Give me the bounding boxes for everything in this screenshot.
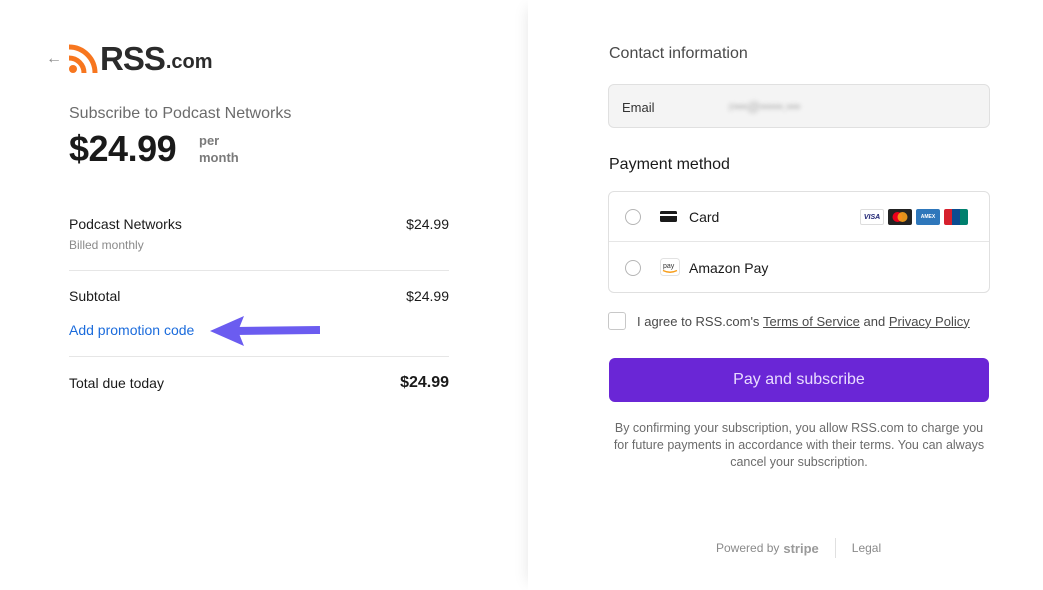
footer: Powered by stripe Legal bbox=[716, 538, 881, 558]
price-period-line2: month bbox=[199, 150, 239, 165]
terms-agreement: I agree to RSS.com's Terms of Service an… bbox=[608, 312, 970, 330]
terms-of-service-link[interactable]: Terms of Service bbox=[763, 314, 860, 329]
payment-method-options: Card VISA AMEX pay Amazon Pay bbox=[608, 191, 990, 293]
line-item-name: Podcast Networks bbox=[69, 216, 182, 232]
total-label: Total due today bbox=[69, 375, 164, 391]
amazon-pay-icon: pay bbox=[660, 258, 680, 276]
agreement-and: and bbox=[863, 313, 886, 329]
email-field[interactable]: Email r•••@•••••.••• bbox=[608, 84, 990, 128]
line-item: Podcast Networks $24.99 bbox=[69, 216, 449, 232]
divider bbox=[69, 270, 449, 271]
divider bbox=[69, 356, 449, 357]
powered-by-text: Powered by bbox=[716, 541, 780, 555]
pay-and-subscribe-button[interactable]: Pay and subscribe bbox=[609, 358, 989, 402]
add-promotion-code-link[interactable]: Add promotion code bbox=[69, 322, 194, 338]
order-summary-panel: ← RSS .com Subscribe to Podcast Networks… bbox=[0, 0, 528, 590]
logo-wordmark: RSS bbox=[100, 40, 166, 77]
mastercard-icon bbox=[888, 209, 912, 225]
confirmation-notice: By confirming your subscription, you all… bbox=[613, 421, 985, 469]
card-brands: VISA AMEX bbox=[860, 209, 968, 225]
rss-feed-icon bbox=[68, 44, 98, 74]
payment-method-title: Payment method bbox=[609, 156, 730, 173]
line-item-billing: Billed monthly bbox=[69, 238, 144, 252]
card-label: Card bbox=[689, 209, 720, 225]
amazon-pay-label: Amazon Pay bbox=[689, 260, 769, 276]
annotation-arrow-icon bbox=[210, 316, 320, 346]
subtotal-value: $24.99 bbox=[406, 288, 449, 304]
privacy-policy-link[interactable]: Privacy Policy bbox=[889, 314, 970, 329]
terms-checkbox[interactable] bbox=[608, 312, 626, 330]
email-value: r•••@•••••.••• bbox=[729, 99, 801, 114]
price-amount: $24.99 bbox=[69, 128, 177, 169]
unionpay-icon bbox=[944, 209, 968, 225]
visa-icon: VISA bbox=[860, 209, 884, 225]
subscription-title: Subscribe to Podcast Networks bbox=[69, 105, 292, 122]
rss-logo[interactable]: RSS .com bbox=[68, 40, 213, 77]
payment-option-amazon-pay[interactable]: pay Amazon Pay bbox=[609, 243, 989, 293]
amex-icon: AMEX bbox=[916, 209, 940, 225]
total-row: Total due today $24.99 bbox=[69, 374, 449, 392]
card-radio[interactable] bbox=[625, 209, 641, 225]
contact-information-title: Contact information bbox=[609, 45, 748, 62]
email-label: Email bbox=[622, 100, 655, 115]
subtotal-row: Subtotal $24.99 bbox=[69, 288, 449, 304]
agreement-prefix: I agree to RSS.com's bbox=[637, 313, 760, 329]
price-period-line1: per bbox=[199, 133, 220, 148]
subtotal-label: Subtotal bbox=[69, 288, 121, 304]
payment-option-card[interactable]: Card VISA AMEX bbox=[609, 192, 989, 242]
back-arrow-icon[interactable]: ← bbox=[46, 50, 62, 68]
legal-link[interactable]: Legal bbox=[852, 541, 881, 555]
logo-suffix: .com bbox=[165, 51, 213, 73]
amazon-pay-radio[interactable] bbox=[625, 260, 641, 276]
stripe-logo[interactable]: stripe bbox=[783, 541, 818, 556]
svg-text:pay: pay bbox=[663, 263, 675, 270]
price-period: per month bbox=[199, 132, 239, 166]
card-icon bbox=[660, 211, 677, 222]
total-value: $24.99 bbox=[400, 374, 449, 391]
line-item-price: $24.99 bbox=[406, 216, 449, 232]
footer-separator bbox=[834, 538, 836, 558]
